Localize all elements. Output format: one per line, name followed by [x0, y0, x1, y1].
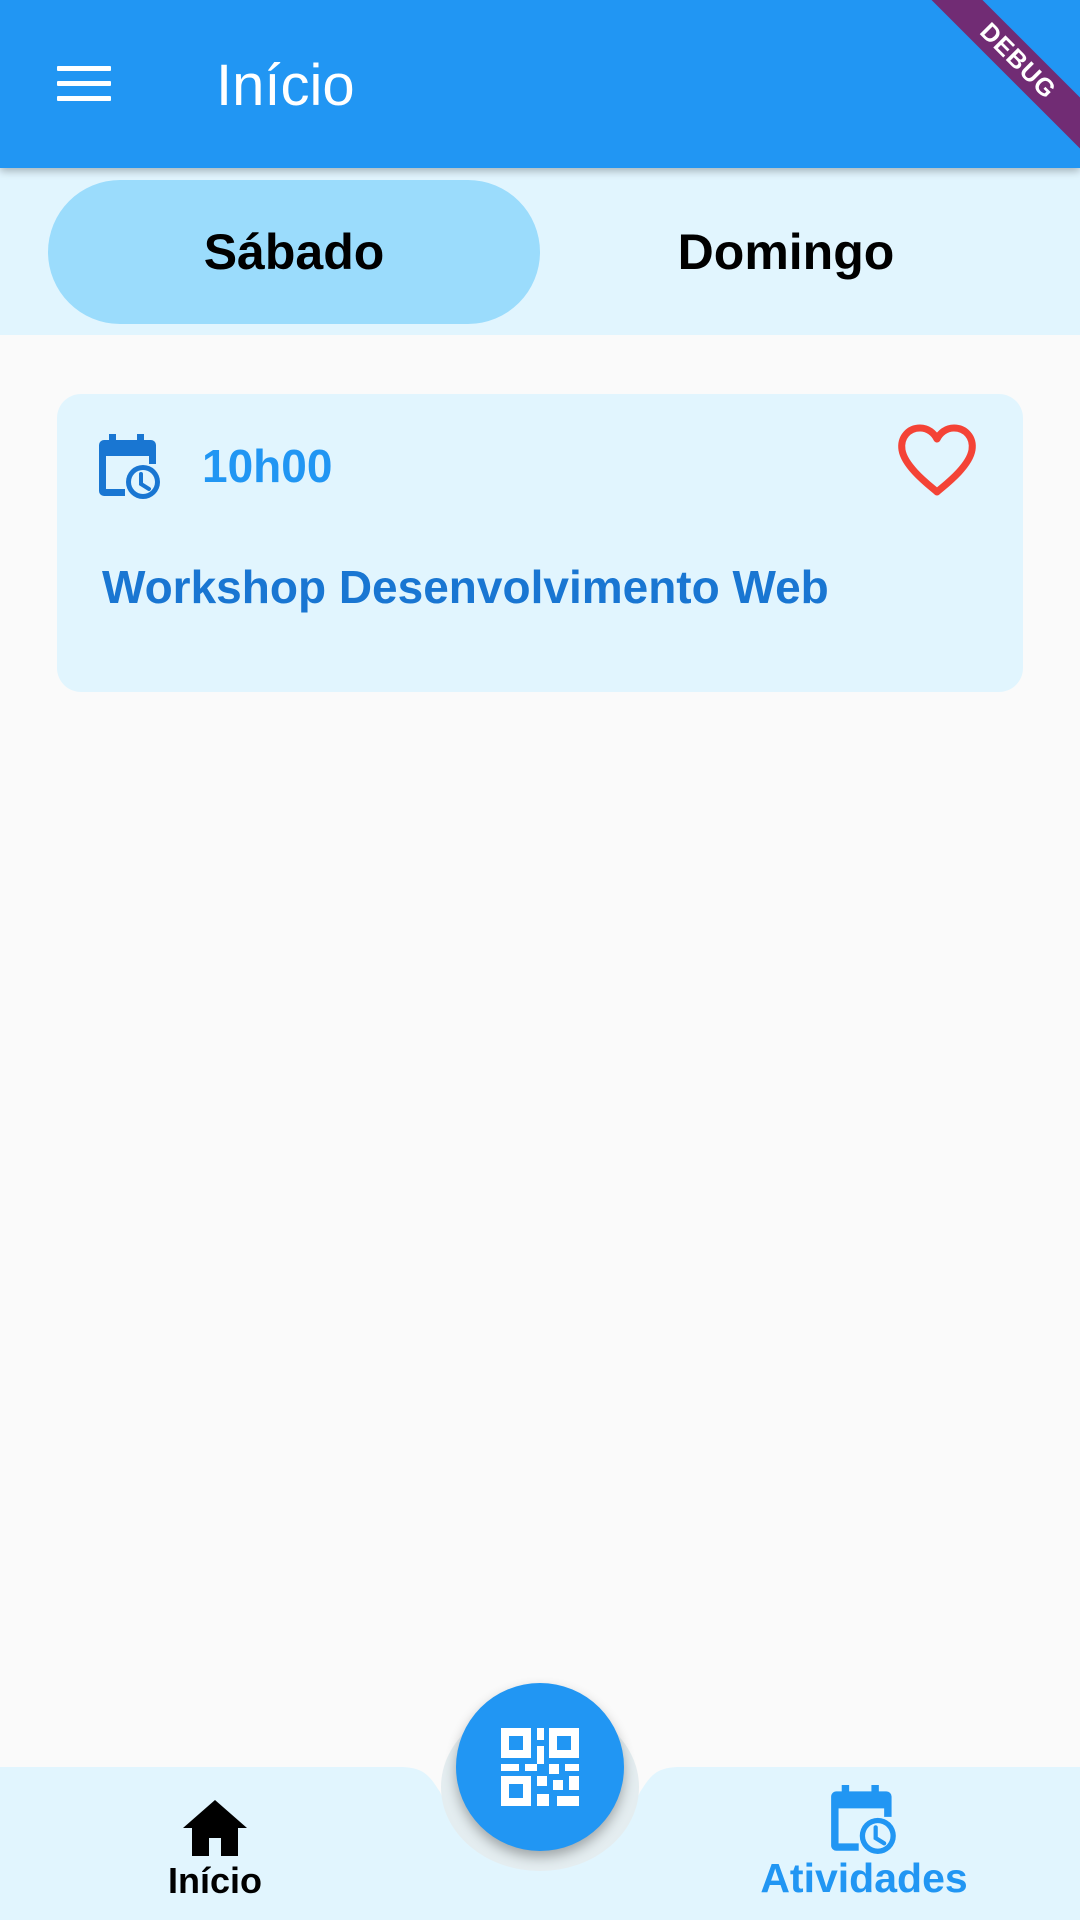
- nav-label-atividades: Atividades: [760, 1855, 968, 1901]
- calendar-clock-icon: [99, 434, 160, 499]
- event-time: 10h00: [202, 440, 333, 492]
- menu-button[interactable]: [28, 36, 140, 132]
- home-icon: [183, 1800, 247, 1856]
- page-title: Início: [216, 53, 355, 118]
- day-tabs: Sábado Domingo: [0, 168, 1080, 335]
- screen: Início DEBUG Sábado Domingo 10h00 Worksh…: [0, 0, 1080, 1920]
- nav-item-atividades[interactable]: Atividades: [694, 1767, 1034, 1920]
- tab-domingo[interactable]: Domingo: [540, 180, 1032, 324]
- event-card[interactable]: 10h00 Workshop Desenvolvimento Web: [57, 394, 1023, 692]
- app-bar: Início: [0, 0, 1080, 168]
- nav-item-inicio[interactable]: Início: [45, 1767, 385, 1920]
- event-title: Workshop Desenvolvimento Web: [102, 561, 829, 613]
- tab-sabado[interactable]: Sábado: [48, 180, 540, 324]
- qr-code-icon: [501, 1728, 579, 1806]
- nav-label-inicio: Início: [167, 1860, 262, 1901]
- menu-icon: [57, 66, 111, 102]
- calendar-clock-icon: [831, 1785, 896, 1854]
- qr-scan-button[interactable]: [456, 1683, 624, 1851]
- heart-outline-icon[interactable]: [893, 418, 981, 506]
